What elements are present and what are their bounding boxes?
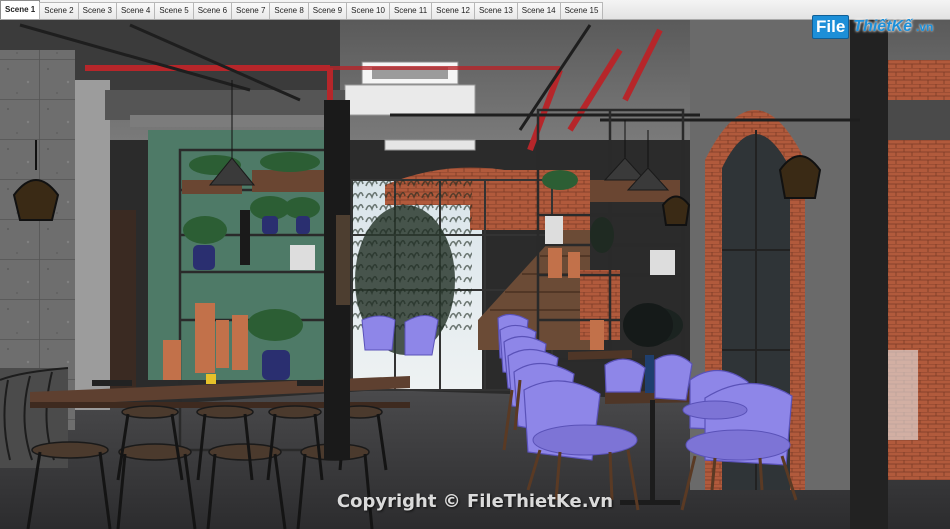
- filethietke-logo: File ThiếtKế .vn: [812, 14, 933, 40]
- scene-tab-5[interactable]: Scene 5: [154, 2, 194, 19]
- scene-tab-11[interactable]: Scene 11: [388, 2, 433, 19]
- scene-tab-9[interactable]: Scene 9: [307, 2, 348, 19]
- scene-tab-13[interactable]: Scene 13: [473, 2, 518, 19]
- scene-tab-2[interactable]: Scene 2: [39, 2, 79, 19]
- scene-render: [0, 20, 950, 529]
- logo-name: ThiếtKế: [853, 18, 912, 35]
- scene-tab-bar: Scene 1 Scene 2 Scene 3 Scene 4 Scene 5 Scene…: [0, 0, 950, 20]
- scene-tab-3[interactable]: Scene 3: [77, 2, 117, 19]
- logo-box-text: File: [812, 15, 850, 39]
- scene-tab-12[interactable]: Scene 12: [431, 2, 475, 19]
- 3d-viewport[interactable]: [0, 20, 950, 529]
- scene-tab-6[interactable]: Scene 6: [192, 2, 233, 19]
- scene-tab-15[interactable]: Scene 15: [559, 2, 604, 19]
- copyright-watermark: Copyright © FileThietKe.vn: [336, 491, 614, 512]
- scene-tab-10[interactable]: Scene 10: [346, 2, 390, 19]
- scene-tab-7[interactable]: Scene 7: [231, 2, 271, 19]
- scene-tab-1[interactable]: Scene 1: [0, 0, 41, 19]
- scene-tab-14[interactable]: Scene 14: [516, 2, 561, 19]
- scene-tab-8[interactable]: Scene 8: [269, 2, 309, 19]
- logo-tld: .vn: [915, 20, 934, 34]
- scene-tab-4[interactable]: Scene 4: [115, 2, 156, 19]
